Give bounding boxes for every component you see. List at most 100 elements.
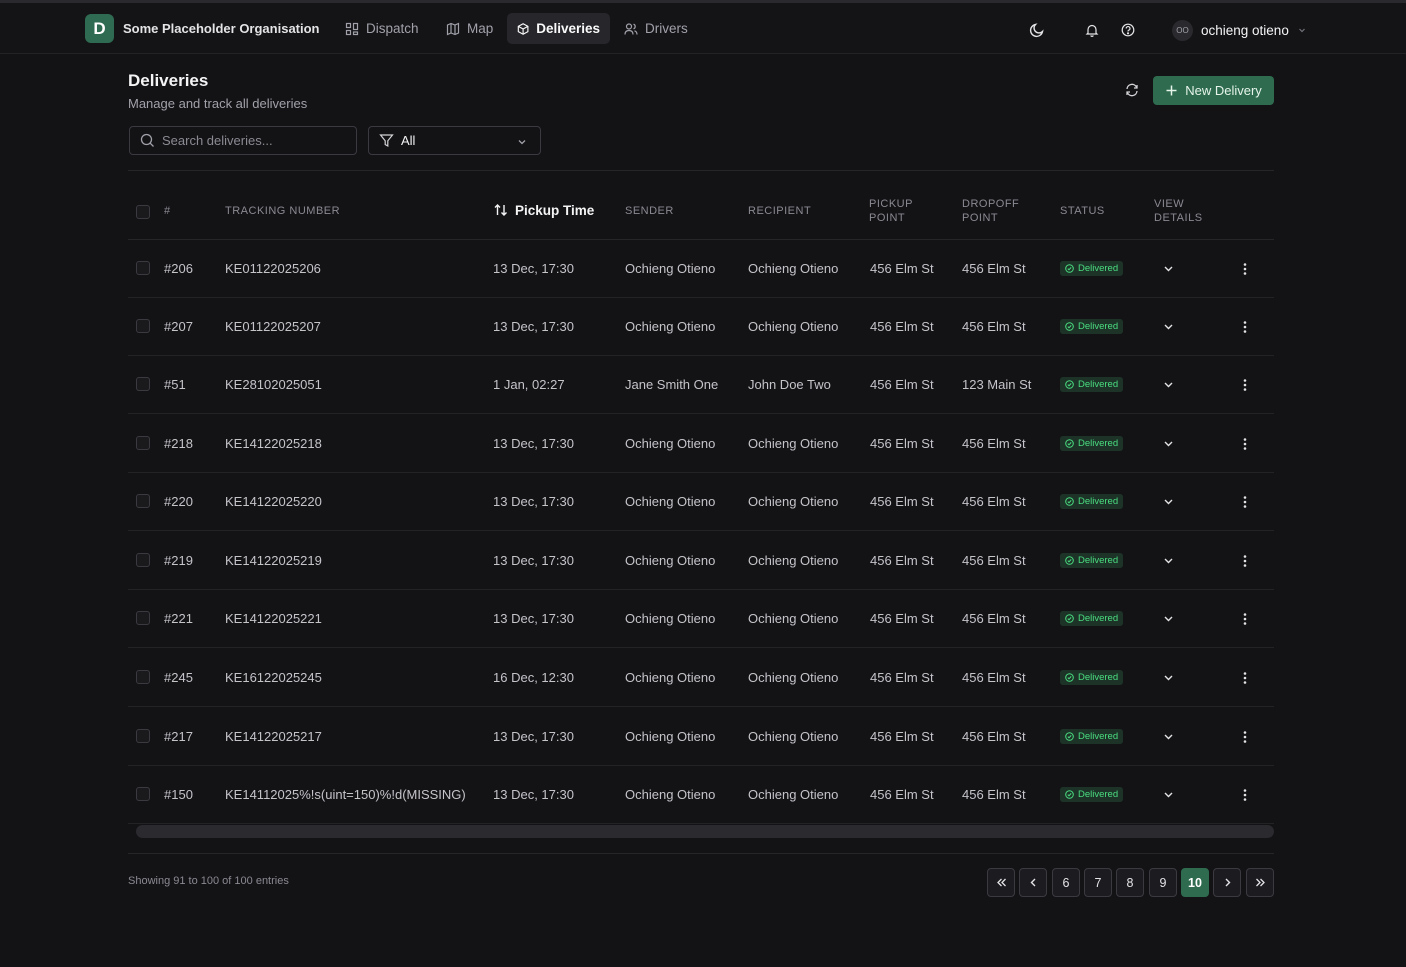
search-box[interactable]: [129, 126, 357, 155]
view-details-toggle[interactable]: [1162, 590, 1175, 647]
chevron-down-icon: [1164, 558, 1173, 564]
toolbar-divider: [128, 170, 1274, 171]
recipient-name: Ochieng Otieno: [748, 494, 839, 509]
col-header-pickup-time[interactable]: Pickup Time: [493, 202, 594, 218]
row-checkbox[interactable]: [136, 553, 150, 567]
view-details-toggle[interactable]: [1162, 766, 1175, 823]
chevron-right-icon: [1225, 878, 1230, 887]
row-number: #218: [164, 436, 193, 451]
select-all-checkbox[interactable]: [136, 205, 150, 219]
view-details-toggle[interactable]: [1162, 473, 1175, 530]
nav-drivers[interactable]: Drivers: [614, 13, 698, 44]
table-row[interactable]: #221 KE14122025221 13 Dec, 17:30 Ochieng Ot…: [128, 590, 1274, 648]
nav-deliveries[interactable]: Deliveries: [507, 13, 610, 44]
page-number: 7: [1094, 875, 1102, 890]
view-details-toggle[interactable]: [1162, 532, 1175, 589]
row-checkbox[interactable]: [136, 261, 150, 275]
page-button-6[interactable]: 6: [1052, 868, 1080, 897]
row-actions-menu[interactable]: [1240, 708, 1250, 765]
check-circle-icon: [1065, 380, 1074, 389]
status-label: Delivered: [1078, 613, 1119, 624]
table-row[interactable]: #220 KE14122025220 13 Dec, 17:30 Ochieng Ot…: [128, 473, 1274, 531]
table-row[interactable]: #219 KE14122025219 13 Dec, 17:30 Ochieng Ot…: [128, 532, 1274, 590]
view-details-toggle[interactable]: [1162, 708, 1175, 765]
row-actions-menu[interactable]: [1240, 649, 1250, 706]
view-details-toggle[interactable]: [1162, 649, 1175, 706]
page-button-8[interactable]: 8: [1116, 868, 1144, 897]
dropoff-point: 456 Elm St: [962, 611, 1026, 626]
chevron-down-icon: [518, 140, 526, 145]
row-checkbox[interactable]: [136, 377, 150, 391]
theme-toggle-moon-icon[interactable]: [1028, 21, 1046, 39]
recipient-name: Ochieng Otieno: [748, 553, 839, 568]
table-row[interactable]: #217 KE14122025217 13 Dec, 17:30 Ochieng Ot…: [128, 708, 1274, 766]
nav-map[interactable]: Map: [436, 13, 503, 44]
view-details-toggle[interactable]: [1162, 240, 1175, 297]
status-label: Delivered: [1078, 672, 1119, 683]
row-actions-menu[interactable]: [1240, 356, 1250, 413]
row-actions-menu[interactable]: [1240, 415, 1250, 472]
table-row[interactable]: #245 KE16122025245 16 Dec, 12:30 Ochieng Ot…: [128, 649, 1274, 707]
users-icon: [624, 22, 638, 35]
user-menu[interactable]: OO ochieng otieno: [1172, 18, 1307, 42]
recipient-name: Ochieng Otieno: [748, 670, 839, 685]
status-badge: Delivered: [1060, 729, 1124, 744]
row-actions-menu[interactable]: [1240, 590, 1250, 647]
status-filter-select[interactable]: All: [368, 126, 541, 155]
bell-icon[interactable]: [1083, 21, 1101, 39]
table-row[interactable]: #207 KE01122025207 13 Dec, 17:30 Ochieng Ot…: [128, 298, 1274, 356]
filter-value: All: [401, 133, 416, 148]
row-actions-menu[interactable]: [1240, 473, 1250, 530]
pickup-point: 456 Elm St: [870, 494, 934, 509]
dropoff-point: 456 Elm St: [962, 261, 1026, 276]
row-checkbox[interactable]: [136, 319, 150, 333]
new-delivery-button[interactable]: New Delivery: [1153, 76, 1274, 105]
table-row[interactable]: #51 KE28102025051 1 Jan, 02:27 Jane Smith O…: [128, 356, 1274, 414]
last-page-button[interactable]: [1246, 868, 1274, 897]
row-number: #150: [164, 787, 193, 802]
row-checkbox[interactable]: [136, 494, 150, 508]
row-actions-menu[interactable]: [1240, 532, 1250, 589]
refresh-icon[interactable]: [1124, 82, 1140, 98]
check-circle-icon: [1065, 497, 1074, 506]
avatar: OO: [1172, 19, 1193, 41]
first-page-button[interactable]: [987, 868, 1015, 897]
status-cell: Delivered: [1060, 240, 1124, 297]
table-row[interactable]: #150 KE14112025%!s(uint=150)%!d(MISSING) 1…: [128, 766, 1274, 824]
row-checkbox[interactable]: [136, 436, 150, 450]
status-badge: Delivered: [1060, 611, 1124, 626]
row-actions-menu[interactable]: [1240, 298, 1250, 355]
search-input[interactable]: [162, 133, 342, 148]
row-checkbox[interactable]: [136, 729, 150, 743]
org-name[interactable]: Some Placeholder Organisation: [123, 21, 320, 36]
row-checkbox[interactable]: [136, 787, 150, 801]
horizontal-scrollbar[interactable]: [136, 825, 1274, 838]
org-logo[interactable]: D: [85, 14, 114, 43]
status-label: Delivered: [1078, 496, 1119, 507]
chevron-down-icon: [1164, 324, 1173, 330]
row-checkbox[interactable]: [136, 611, 150, 625]
view-details-toggle[interactable]: [1162, 356, 1175, 413]
page-button-10-current[interactable]: 10: [1181, 868, 1209, 897]
status-badge: Delivered: [1060, 377, 1124, 392]
nav-map-label: Map: [467, 21, 494, 36]
row-actions-menu[interactable]: [1240, 766, 1250, 823]
nav-dispatch[interactable]: Dispatch: [335, 13, 429, 44]
table-row[interactable]: #206 KE01122025206 13 Dec, 17:30 Ochieng Ot…: [128, 240, 1274, 298]
prev-page-button[interactable]: [1019, 868, 1047, 897]
status-label: Delivered: [1078, 379, 1119, 390]
view-details-toggle[interactable]: [1162, 298, 1175, 355]
view-details-toggle[interactable]: [1162, 415, 1175, 472]
row-checkbox[interactable]: [136, 670, 150, 684]
page-button-9[interactable]: 9: [1149, 868, 1177, 897]
check-circle-icon: [1065, 264, 1074, 273]
row-number: #206: [164, 261, 193, 276]
more-vertical-icon: [1243, 320, 1247, 333]
col-header-status: STATUS: [1060, 205, 1105, 217]
page-button-7[interactable]: 7: [1084, 868, 1112, 897]
table-row[interactable]: #218 KE14122025218 13 Dec, 17:30 Ochieng Ot…: [128, 415, 1274, 473]
sender-name: Ochieng Otieno: [625, 436, 716, 451]
next-page-button[interactable]: [1213, 868, 1241, 897]
row-actions-menu[interactable]: [1240, 240, 1250, 297]
help-icon[interactable]: [1119, 21, 1137, 39]
